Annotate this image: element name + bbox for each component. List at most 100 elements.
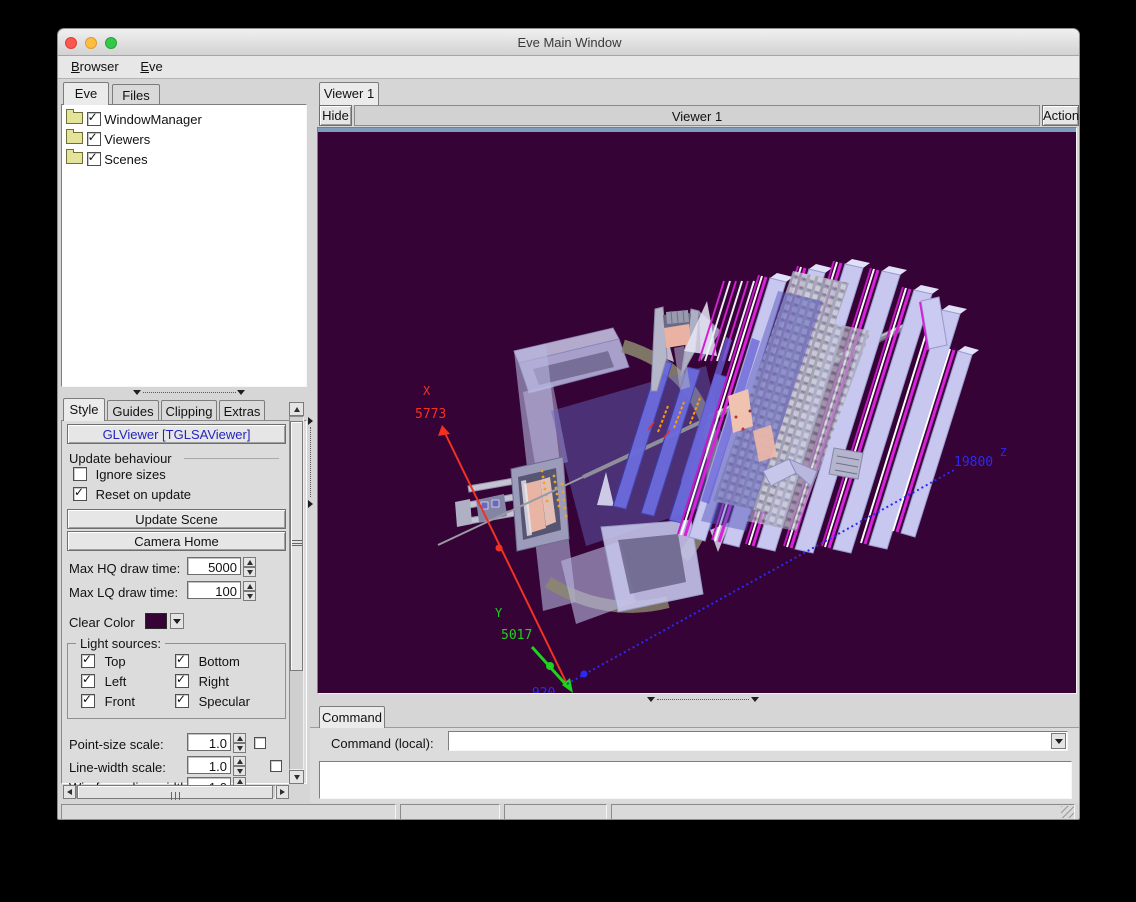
max-lq-label: Max LQ draw time: bbox=[69, 585, 178, 600]
light-bottom-option[interactable]: Bottom bbox=[175, 654, 240, 669]
tab-style[interactable]: Style bbox=[63, 398, 105, 421]
style-panel-vscrollbar[interactable] bbox=[289, 402, 304, 784]
tab-viewer-1[interactable]: Viewer 1 bbox=[319, 82, 379, 105]
command-splitter[interactable] bbox=[319, 696, 1079, 704]
checkbox-label: Top bbox=[105, 654, 126, 669]
caret-right-icon bbox=[308, 500, 313, 508]
spinner-up-icon[interactable] bbox=[243, 581, 256, 591]
glviewer-button[interactable]: GLViewer [TGLSAViewer] bbox=[67, 424, 286, 444]
z-axis-value: 19800 bbox=[954, 455, 993, 470]
viewer-title-bar[interactable]: Viewer 1 bbox=[354, 105, 1040, 126]
checkbox[interactable] bbox=[175, 674, 189, 688]
caret-down-icon bbox=[647, 697, 655, 702]
checkbox[interactable] bbox=[175, 654, 189, 668]
gl-viewport-frame: X 5773 Y 5017 Z 19800 -920 bbox=[317, 127, 1077, 694]
light-top-option[interactable]: Top bbox=[81, 654, 126, 669]
tree-item-label: Scenes bbox=[104, 152, 147, 167]
spinner-down-icon[interactable] bbox=[243, 591, 256, 601]
caret-down-icon bbox=[237, 390, 245, 395]
scroll-down-icon[interactable] bbox=[289, 770, 304, 784]
spinner-down-icon[interactable] bbox=[233, 766, 246, 776]
x-axis-value: 5773 bbox=[415, 407, 446, 422]
splitter-dots bbox=[657, 699, 749, 700]
title-bar[interactable]: Eve Main Window bbox=[58, 29, 1080, 56]
scroll-right-icon[interactable] bbox=[276, 785, 289, 799]
line-width-checkbox[interactable] bbox=[270, 760, 282, 772]
window-resize-grip[interactable] bbox=[1061, 806, 1074, 818]
menu-bar: Browser Eve bbox=[58, 56, 1080, 79]
menu-eve[interactable]: Eve bbox=[131, 56, 171, 79]
actions-button[interactable]: Actions bbox=[1042, 105, 1079, 126]
tab-guides[interactable]: Guides bbox=[107, 400, 159, 420]
clear-color-swatch[interactable] bbox=[145, 613, 167, 629]
spinner-down-icon[interactable] bbox=[233, 743, 246, 753]
clear-color-dropdown-icon[interactable] bbox=[170, 613, 184, 629]
hide-button[interactable]: Hide bbox=[319, 105, 352, 126]
light-front-option[interactable]: Front bbox=[81, 694, 135, 709]
light-sources-title: Light sources: bbox=[76, 636, 165, 651]
spinner-up-icon[interactable] bbox=[233, 733, 246, 743]
light-specular-option[interactable]: Specular bbox=[175, 694, 250, 709]
checkbox[interactable] bbox=[175, 694, 189, 708]
update-scene-button[interactable]: Update Scene bbox=[67, 509, 286, 529]
tab-files[interactable]: Files bbox=[112, 84, 160, 104]
point-size-input[interactable]: 1.0 bbox=[187, 733, 231, 751]
caret-down-icon bbox=[751, 697, 759, 702]
checkbox[interactable] bbox=[81, 694, 95, 708]
max-lq-input[interactable]: 100 bbox=[187, 581, 241, 599]
tab-command[interactable]: Command bbox=[319, 706, 385, 728]
light-left-option[interactable]: Left bbox=[81, 674, 126, 689]
spinner-up-icon[interactable] bbox=[233, 756, 246, 766]
folder-icon bbox=[66, 132, 83, 144]
camera-home-button[interactable]: Camera Home bbox=[67, 531, 286, 551]
spinner-up-icon[interactable] bbox=[243, 557, 256, 567]
line-width-input[interactable]: 1.0 bbox=[187, 756, 231, 774]
light-right-option[interactable]: Right bbox=[175, 674, 229, 689]
tree-checkbox[interactable] bbox=[87, 132, 101, 146]
tree-item-scenes[interactable]: Scenes bbox=[62, 146, 306, 166]
scroll-up-icon[interactable] bbox=[289, 402, 304, 416]
checkbox[interactable] bbox=[81, 654, 95, 668]
checkbox-label: Left bbox=[105, 674, 127, 689]
style-panel: GLViewer [TGLSAViewer] Update behaviour … bbox=[61, 420, 307, 784]
command-input-value bbox=[449, 732, 452, 747]
checkbox[interactable] bbox=[73, 467, 87, 481]
checkbox-label: Reset on update bbox=[96, 487, 191, 502]
splitter-dots bbox=[143, 392, 236, 393]
style-panel-hscrollbar[interactable] bbox=[63, 785, 289, 799]
window-title: Eve Main Window bbox=[58, 35, 1080, 50]
ignore-sizes-option[interactable]: Ignore sizes bbox=[73, 467, 166, 482]
vertical-splitter[interactable] bbox=[307, 385, 317, 705]
point-size-checkbox[interactable] bbox=[254, 737, 266, 749]
viewport-3d-scene[interactable]: X 5773 Y 5017 Z 19800 -920 bbox=[318, 132, 1076, 693]
tab-extras[interactable]: Extras bbox=[219, 400, 265, 420]
vscrollbar-thumb[interactable] bbox=[290, 421, 303, 671]
left-horizontal-splitter[interactable] bbox=[63, 388, 303, 397]
y-axis-label: Y bbox=[495, 606, 503, 620]
checkbox-label: Ignore sizes bbox=[96, 467, 166, 482]
reset-on-update-option[interactable]: Reset on update bbox=[73, 487, 191, 502]
checkbox-label: Front bbox=[105, 694, 135, 709]
checkbox-label: Bottom bbox=[199, 654, 240, 669]
caret-down-icon bbox=[133, 390, 141, 395]
tree-checkbox[interactable] bbox=[87, 112, 101, 126]
command-combobox[interactable] bbox=[448, 731, 1068, 751]
tab-eve[interactable]: Eve bbox=[63, 82, 109, 105]
tree-item-viewers[interactable]: Viewers bbox=[62, 126, 306, 146]
spinner-down-icon[interactable] bbox=[243, 567, 256, 577]
checkbox-label: Right bbox=[199, 674, 229, 689]
max-hq-input[interactable]: 5000 bbox=[187, 557, 241, 575]
tab-clipping[interactable]: Clipping bbox=[161, 400, 217, 420]
tree-item-windowmanager[interactable]: WindowManager bbox=[62, 105, 306, 126]
tree-checkbox[interactable] bbox=[87, 152, 101, 166]
checkbox-label: Specular bbox=[199, 694, 250, 709]
combo-dropdown-icon[interactable] bbox=[1051, 733, 1066, 749]
divider bbox=[184, 458, 279, 459]
menu-browser[interactable]: Browser bbox=[62, 56, 128, 79]
scroll-left-icon[interactable] bbox=[63, 785, 76, 799]
hscrollbar-thumb[interactable] bbox=[77, 785, 273, 799]
checkbox[interactable] bbox=[81, 674, 95, 688]
command-output-box[interactable] bbox=[319, 761, 1072, 799]
checkbox[interactable] bbox=[73, 487, 87, 501]
grid-box bbox=[829, 448, 863, 479]
